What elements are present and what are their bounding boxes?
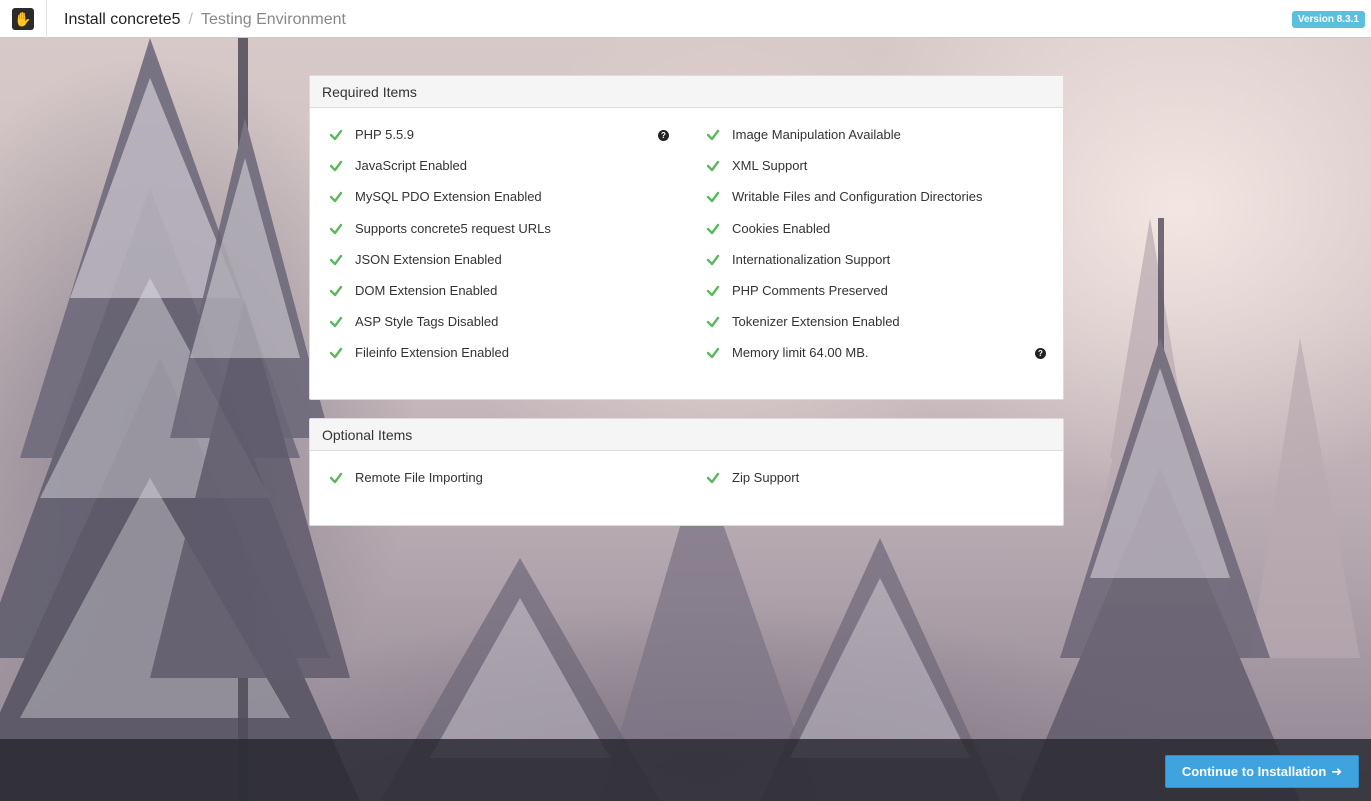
required-item-label: Tokenizer Extension Enabled [732, 314, 900, 329]
required-item-label: Writable Files and Configuration Directo… [732, 189, 983, 204]
required-item-label: PHP Comments Preserved [732, 283, 888, 298]
check-icon [329, 347, 343, 359]
check-icon [329, 254, 343, 266]
page-title: Install concrete5 [64, 11, 181, 28]
check-icon [329, 160, 343, 172]
top-bar: ✋ Install concrete5/Testing Environment … [0, 0, 1371, 38]
check-icon [329, 316, 343, 328]
check-icon [329, 223, 343, 235]
optional-item-label: Remote File Importing [355, 470, 483, 485]
required-item-label: ASP Style Tags Disabled [355, 314, 499, 329]
required-item-label: Memory limit 64.00 MB. [732, 345, 869, 360]
continue-button-label: Continue to Installation [1181, 764, 1327, 779]
required-items-panel: Required Items PHP 5.5.9 ? JavaScript En… [309, 75, 1064, 400]
logo-divider [46, 0, 47, 38]
required-item-label: PHP 5.5.9 [355, 127, 415, 142]
optional-items-panel: Optional Items Remote File Importing Zip… [309, 418, 1064, 526]
concrete5-logo-icon[interactable]: ✋ [12, 8, 34, 30]
check-icon [706, 285, 720, 297]
breadcrumb-separator: / [188, 11, 193, 28]
check-icon [706, 129, 720, 141]
required-item-label: MySQL PDO Extension Enabled [355, 189, 542, 204]
check-icon [706, 347, 720, 359]
check-icon [329, 129, 343, 141]
breadcrumb: Install concrete5 / Testing Environment [64, 10, 346, 30]
required-item-label: JSON Extension Enabled [355, 252, 502, 267]
required-item-label: DOM Extension Enabled [355, 283, 498, 298]
check-icon [706, 160, 720, 172]
required-item-label: Internationalization Support [732, 252, 891, 267]
arrow-right-icon: ➜ [1331, 763, 1343, 779]
check-icon [706, 223, 720, 235]
question-circle-icon[interactable]: ? [1035, 348, 1046, 359]
page-subtitle: Testing Environment [200, 11, 346, 28]
check-icon [706, 254, 720, 266]
required-item-label: JavaScript Enabled [355, 158, 468, 173]
footer-bar: Continue to Installation ➜ [0, 739, 1371, 801]
version-badge: Version 8.3.1 [1291, 11, 1365, 28]
required-item-label: Image Manipulation Available [732, 127, 901, 142]
required-item-label: Cookies Enabled [732, 221, 831, 236]
required-items-heading: Required Items [310, 76, 1063, 108]
check-icon [329, 285, 343, 297]
required-item-label: XML Support [732, 158, 808, 173]
check-icon [706, 191, 720, 203]
check-icon [706, 316, 720, 328]
required-item-label: Supports concrete5 request URLs [355, 221, 551, 236]
optional-items-heading: Optional Items [310, 419, 1063, 451]
check-icon [706, 472, 720, 484]
required-item-label: Fileinfo Extension Enabled [355, 345, 509, 360]
optional-item-label: Zip Support [732, 470, 800, 485]
question-circle-icon[interactable]: ? [658, 130, 669, 141]
check-icon [329, 472, 343, 484]
continue-to-installation-button[interactable]: Continue to Installation ➜ [1165, 755, 1359, 788]
check-icon [329, 191, 343, 203]
